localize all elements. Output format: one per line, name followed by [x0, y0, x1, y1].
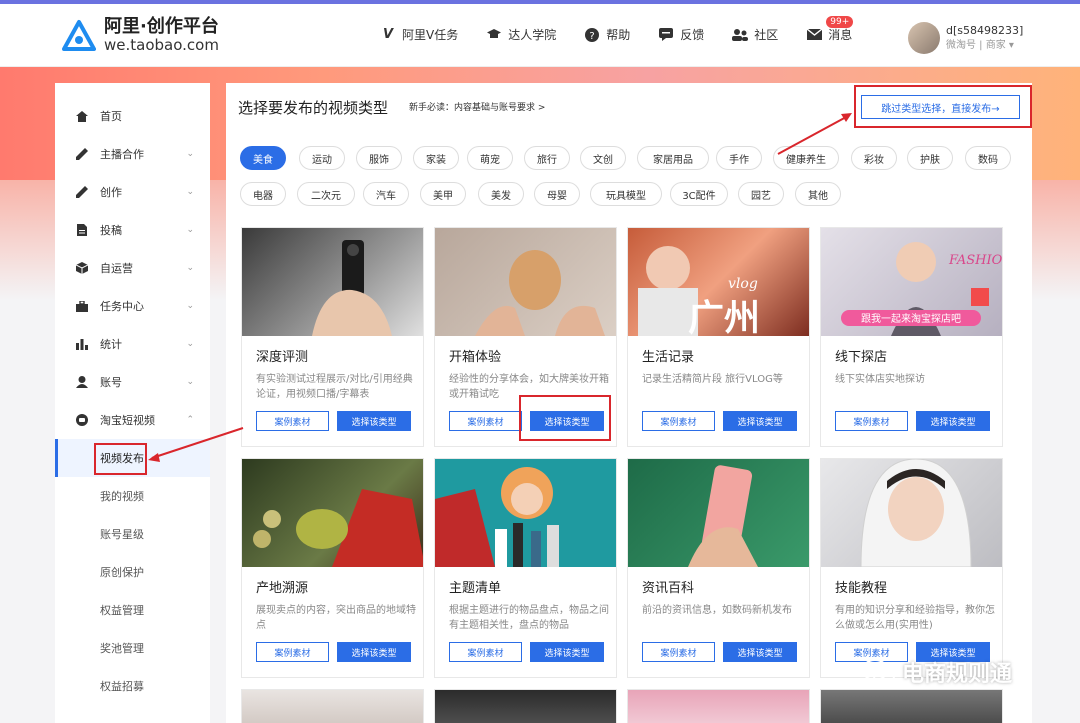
- watermark: 电商规则通: [862, 656, 1012, 688]
- arrow-head: [148, 453, 160, 462]
- wechat-icon: [862, 659, 895, 685]
- arrow-line: [151, 427, 244, 459]
- watermark-text: 电商规则通: [902, 662, 1013, 687]
- arrow-head: [841, 113, 852, 122]
- annotation-arrows: [148, 113, 852, 462]
- arrow-line: [777, 115, 849, 155]
